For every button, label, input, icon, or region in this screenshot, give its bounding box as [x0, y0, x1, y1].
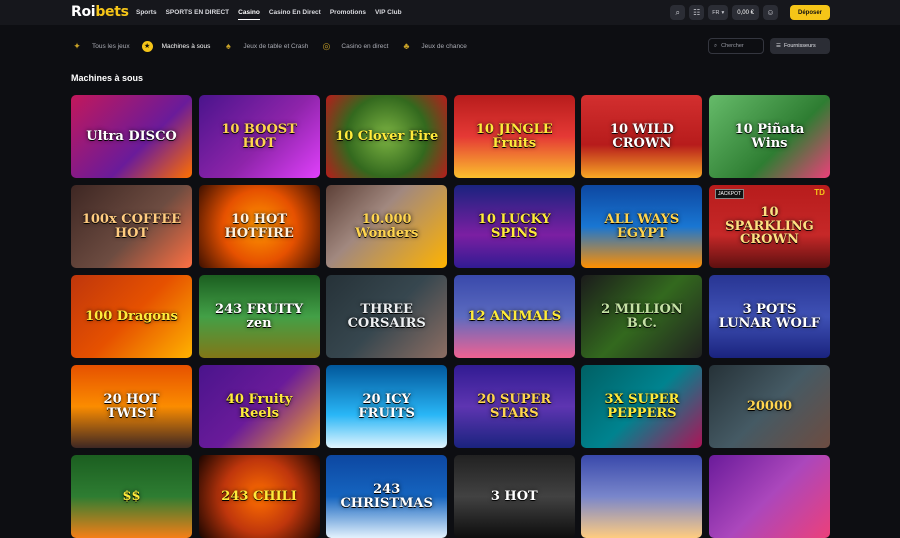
- game-tile[interactable]: 243 CHRISTMAS: [326, 455, 448, 538]
- language-select[interactable]: FR ▾: [708, 5, 729, 20]
- table-games-icon: ♠: [225, 41, 231, 51]
- providers-button[interactable]: ☰ Fournisseurs: [770, 38, 830, 54]
- game-tile[interactable]: THREE CORSAIRS: [326, 275, 448, 358]
- nav-promotions[interactable]: Promotions: [330, 6, 366, 19]
- game-tile[interactable]: $$: [71, 455, 192, 538]
- search-icon: ⌕: [714, 42, 718, 49]
- game-title: 10 SPARKLING CROWN: [725, 205, 814, 248]
- game-title: 3 POTS LUNAR WOLF: [718, 301, 821, 331]
- chevron-down-icon: ▾: [721, 9, 725, 16]
- game-title: 100 Dragons: [85, 308, 178, 324]
- game-title: 10 BOOST HOT: [221, 121, 297, 151]
- game-title: $$: [122, 488, 141, 504]
- nav-live-casino[interactable]: Casino En Direct: [269, 6, 321, 19]
- luck-games-icon: ♣: [403, 41, 410, 51]
- category-all-games[interactable]: ✦ Tous les jeux: [71, 40, 129, 52]
- game-tile[interactable]: 243 CHILI: [198, 455, 320, 538]
- game-grid: Ultra DISCO 10 BOOST HOT 10 Clover Fire 10 …: [71, 95, 830, 538]
- game-title: 10 Clover Fire: [335, 128, 439, 144]
- game-tile[interactable]: 10 BOOST HOT: [198, 95, 320, 178]
- main-nav: Sports SPORTS EN DIRECT Casino Casino En…: [136, 0, 402, 25]
- chat-icon[interactable]: ☷: [689, 5, 705, 20]
- game-title: 10 HOT HOTFIRE: [224, 211, 294, 241]
- game-title: 243 CHILI: [221, 488, 297, 504]
- game-tile[interactable]: 20 ICY FRUITS: [326, 365, 448, 448]
- game-title: 3 HOT: [490, 488, 538, 504]
- nav-live-sports[interactable]: SPORTS EN DIRECT: [166, 6, 230, 19]
- game-tile[interactable]: 10 WILD CROWN: [581, 95, 703, 178]
- game-title: 10.000 Wonders: [355, 211, 419, 241]
- game-title: Ultra DISCO: [86, 128, 177, 144]
- game-tile[interactable]: ALL WAYS EGYPT: [581, 185, 703, 268]
- user-icon[interactable]: ☺: [762, 5, 778, 20]
- game-title: 243 FRUITY zen: [215, 301, 304, 331]
- game-title: 10 Piñata Wins: [734, 121, 805, 151]
- site-logo[interactable]: Roibets: [71, 4, 129, 20]
- category-luck-games[interactable]: ♣ Jeux de chance: [400, 40, 467, 52]
- list-icon: ☰: [776, 43, 781, 49]
- game-title: THREE CORSAIRS: [347, 301, 426, 331]
- category-live-casino[interactable]: ◎ Casino en direct: [320, 40, 388, 52]
- nav-sports[interactable]: Sports: [136, 6, 157, 19]
- game-tile[interactable]: 20000: [708, 365, 830, 448]
- game-title: 2 MILLION B.C.: [601, 301, 683, 331]
- game-tile[interactable]: 2 MILLION B.C.: [581, 275, 703, 358]
- live-casino-icon: ◎: [322, 40, 331, 51]
- game-tile[interactable]: 20 SUPER STARS: [453, 365, 575, 448]
- nav-casino[interactable]: Casino: [238, 6, 260, 20]
- deposit-button[interactable]: Déposer: [789, 5, 830, 20]
- game-tile[interactable]: 10 Clover Fire: [326, 95, 448, 178]
- game-title: 20 HOT TWIST: [103, 391, 160, 421]
- game-tile[interactable]: 20 HOT TWIST: [71, 365, 192, 448]
- game-tile[interactable]: 12 ANIMALS: [453, 275, 575, 358]
- game-title: 10 JINGLE Fruits: [475, 121, 553, 151]
- header-actions: ⌕ ☷ FR ▾ 0,00 € ☺ Déposer: [670, 4, 830, 21]
- game-tile[interactable]: 10 Piñata Wins: [708, 95, 830, 178]
- game-title: 20000: [746, 398, 793, 414]
- game-title: 100x COFFEE HOT: [81, 211, 182, 241]
- game-tile[interactable]: 3 HOT: [453, 455, 575, 538]
- game-title: 10 WILD CROWN: [610, 121, 674, 151]
- game-title: 12 ANIMALS: [467, 308, 562, 324]
- jackpot-label: JACKPOT: [714, 189, 745, 199]
- game-tile[interactable]: 100 Dragons: [71, 275, 192, 358]
- game-title: 10 LUCKY SPINS: [477, 211, 551, 241]
- game-title: 40 Fruity Reels: [225, 391, 293, 421]
- category-table-crash[interactable]: ♠ Jeux de table et Crash: [222, 40, 308, 52]
- search-icon[interactable]: ⌕: [670, 5, 686, 20]
- game-title: 243 CHRISTMAS: [340, 481, 433, 511]
- game-title: 20 ICY FRUITS: [358, 391, 415, 421]
- game-tile[interactable]: 10 SPARKLING CROWN TD JACKPOT: [708, 185, 830, 268]
- game-title: 20 SUPER STARS: [477, 391, 552, 421]
- balance-display[interactable]: 0,00 €: [732, 5, 759, 20]
- game-tile[interactable]: 10 JINGLE Fruits: [453, 95, 575, 178]
- category-slots[interactable]: ★ Machines à sous: [141, 40, 210, 52]
- slots-icon: ★: [141, 40, 153, 52]
- game-badge: TD: [814, 188, 825, 197]
- game-tile[interactable]: 40 Fruity Reels: [198, 365, 320, 448]
- top-bar: Roibets Sports SPORTS EN DIRECT Casino C…: [0, 0, 900, 25]
- game-tile[interactable]: 10.000 Wonders: [326, 185, 448, 268]
- all-games-icon: ✦: [73, 40, 81, 51]
- search-input[interactable]: ⌕ Chercher: [708, 38, 764, 54]
- game-tile[interactable]: 3 POTS LUNAR WOLF: [708, 275, 830, 358]
- section-title: Machines à sous: [71, 73, 144, 83]
- game-tile[interactable]: Ultra DISCO: [71, 95, 192, 178]
- game-tile[interactable]: 100x COFFEE HOT: [71, 185, 192, 268]
- game-title: ALL WAYS EGYPT: [604, 211, 680, 241]
- game-tile[interactable]: [581, 455, 703, 538]
- game-tile[interactable]: 243 FRUITY zen: [198, 275, 320, 358]
- game-tile[interactable]: 10 LUCKY SPINS: [453, 185, 575, 268]
- category-bar: ✦ Tous les jeux ★ Machines à sous ♠ Jeux de…: [71, 38, 467, 54]
- game-tile[interactable]: [708, 455, 830, 538]
- game-tile[interactable]: 10 HOT HOTFIRE: [198, 185, 320, 268]
- nav-vip-club[interactable]: VIP Club: [375, 6, 402, 19]
- game-title: 3X SUPER PEPPERS: [604, 391, 680, 421]
- game-tile[interactable]: 3X SUPER PEPPERS: [581, 365, 703, 448]
